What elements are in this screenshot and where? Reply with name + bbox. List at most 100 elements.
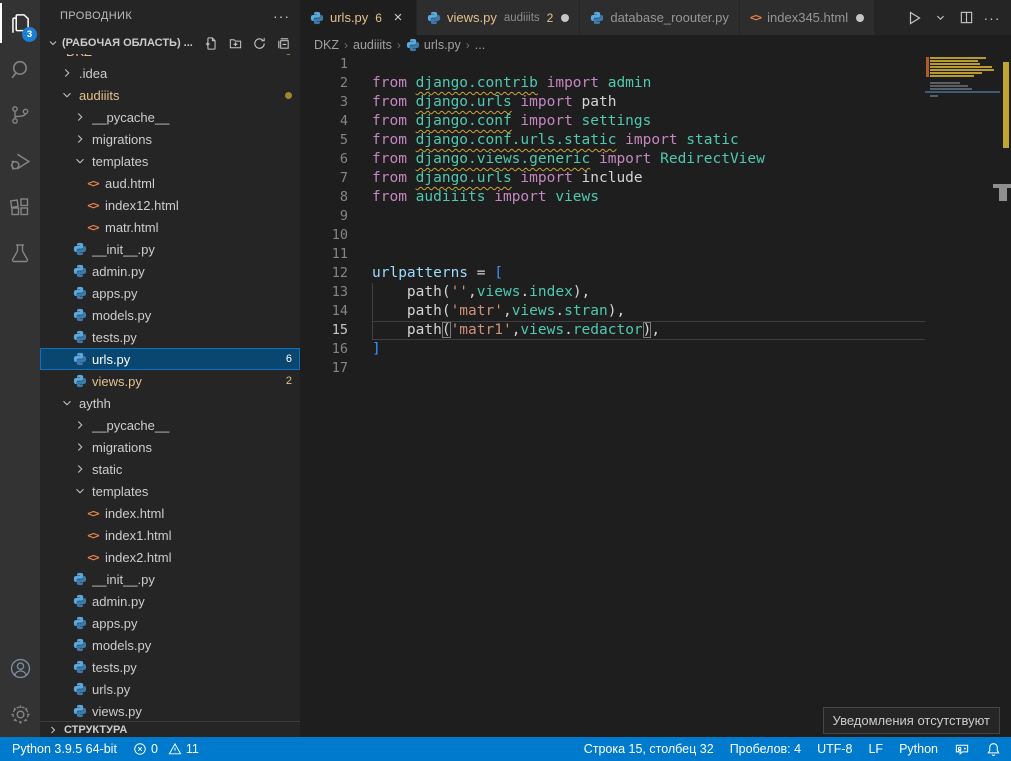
python-file-icon [72, 307, 88, 323]
breadcrumb-item-folder[interactable]: audiiits [353, 38, 392, 52]
python-file-icon [427, 11, 441, 25]
encoding-status[interactable]: UTF-8 [817, 742, 852, 756]
tree-item-index2-html[interactable]: <>index2.html [40, 546, 300, 568]
new-folder-icon[interactable] [226, 34, 244, 52]
activity-search[interactable] [0, 46, 40, 92]
tree-item-index12-html[interactable]: <>index12.html [40, 194, 300, 216]
code-editor[interactable]: 12from django.contrib import admin3from … [300, 55, 1011, 737]
tree-item--pycache-[interactable]: __pycache__ [40, 414, 300, 436]
tree-item-views-py[interactable]: views.py [40, 700, 300, 722]
activity-testing[interactable] [0, 230, 40, 276]
minimap[interactable] [925, 55, 1000, 737]
tree-item-label: views.py [92, 374, 280, 389]
tree-item-templates[interactable]: templates [40, 480, 300, 502]
tree-item-dkz[interactable]: DKZ [40, 54, 300, 62]
tree-item-apps-py[interactable]: apps.py [40, 282, 300, 304]
code-line-15[interactable]: 15 path('matr1',views.redactor), [300, 321, 1011, 340]
code-line-content: from django.urls import include [372, 169, 1011, 188]
split-editor-icon[interactable] [955, 7, 977, 29]
tab-urls-py[interactable]: urls.py6× [300, 0, 417, 35]
tree-item-tests-py[interactable]: tests.py [40, 326, 300, 348]
tree-item-tests-py[interactable]: tests.py [40, 656, 300, 678]
breadcrumb-item-file[interactable]: urls.py [406, 38, 461, 52]
code-line-6[interactable]: 6from django.views.generic import Redire… [300, 150, 1011, 169]
feedback-icon[interactable] [954, 742, 970, 757]
tree-item-aud-html[interactable]: <>aud.html [40, 172, 300, 194]
code-line-5[interactable]: 5from django.conf.urls.static import sta… [300, 131, 1011, 150]
activity-explorer[interactable]: 3 [0, 0, 40, 46]
workspace-section-header[interactable]: (РАБОЧАЯ ОБЛАСТЬ) ... [40, 32, 300, 54]
indentation-status[interactable]: Пробелов: 4 [730, 742, 801, 756]
tree-item--init-py[interactable]: __init__.py [40, 238, 300, 260]
activity-settings[interactable] [0, 691, 40, 737]
tree-item-urls-py[interactable]: urls.py [40, 678, 300, 700]
tree-item-admin-py[interactable]: admin.py [40, 590, 300, 612]
tree-item-models-py[interactable]: models.py [40, 304, 300, 326]
code-line-4[interactable]: 4from django.conf import settings [300, 112, 1011, 131]
code-line-1[interactable]: 1 [300, 55, 1011, 74]
activity-account[interactable] [0, 645, 40, 691]
tab-views-py[interactable]: views.pyaudiiits2 [417, 0, 580, 35]
outline-section-header[interactable]: СТРУКТУРА [40, 721, 300, 737]
refresh-icon[interactable] [250, 34, 268, 52]
tree-item-audiiits[interactable]: audiiits [40, 84, 300, 106]
tree-item-aythh[interactable]: aythh [40, 392, 300, 414]
workspace-actions [202, 34, 292, 52]
code-line-7[interactable]: 7from django.urls import include [300, 169, 1011, 188]
activity-run-debug[interactable] [0, 138, 40, 184]
python-interpreter-status[interactable]: Python 3.9.5 64-bit [12, 742, 117, 756]
activity-extensions[interactable] [0, 184, 40, 230]
code-line-12[interactable]: 12urlpatterns = [ [300, 264, 1011, 283]
notifications-bell-icon[interactable] [986, 742, 1001, 757]
tree-item-label: index.html [105, 506, 292, 521]
tree-item-migrations[interactable]: migrations [40, 128, 300, 150]
tree-item-admin-py[interactable]: admin.py [40, 260, 300, 282]
run-dropdown-chevron-icon[interactable] [929, 7, 951, 29]
tree-item-templates[interactable]: templates [40, 150, 300, 172]
tree-item-views-py[interactable]: views.py2 [40, 370, 300, 392]
tree-item--idea[interactable]: .idea [40, 62, 300, 84]
problems-status[interactable]: 0 11 [133, 742, 199, 756]
code-line-8[interactable]: 8from audiiits import views [300, 188, 1011, 207]
cursor-position-status[interactable]: Строка 15, столбец 32 [584, 742, 714, 756]
code-line-2[interactable]: 2from django.contrib import admin [300, 74, 1011, 93]
tree-item--init-py[interactable]: __init__.py [40, 568, 300, 590]
tab-index345-html[interactable]: <>index345.html [740, 0, 875, 35]
code-line-17[interactable]: 17 [300, 359, 1011, 378]
tree-item-apps-py[interactable]: apps.py [40, 612, 300, 634]
tree-item-label: __pycache__ [92, 418, 292, 433]
new-file-icon[interactable] [202, 34, 220, 52]
tree-item-urls-py[interactable]: urls.py6 [40, 348, 300, 370]
code-line-3[interactable]: 3from django.urls import path [300, 93, 1011, 112]
tree-item-matr-html[interactable]: <>matr.html [40, 216, 300, 238]
breadcrumb-item-project[interactable]: DKZ [314, 38, 339, 52]
tab-label: database_roouter.py [610, 10, 729, 25]
tab-database-roouter-py[interactable]: database_roouter.py [580, 0, 740, 35]
tree-item-index-html[interactable]: <>index.html [40, 502, 300, 524]
python-file-icon [72, 373, 88, 389]
code-line-14[interactable]: 14 path('matr',views.stran), [300, 302, 1011, 321]
tree-item-index1-html[interactable]: <>index1.html [40, 524, 300, 546]
code-line-16[interactable]: 16] [300, 340, 1011, 359]
tree-item-label: models.py [92, 308, 292, 323]
collapse-all-icon[interactable] [274, 34, 292, 52]
tree-item-label: templates [92, 484, 292, 499]
code-line-content: from django.conf import settings [372, 112, 1011, 131]
close-icon[interactable]: × [390, 9, 406, 26]
code-line-9[interactable]: 9 [300, 207, 1011, 226]
python-file-icon [72, 637, 88, 653]
run-button[interactable] [903, 7, 925, 29]
tree-item-static[interactable]: static [40, 458, 300, 480]
code-line-11[interactable]: 11 [300, 245, 1011, 264]
more-actions-icon[interactable]: ··· [981, 7, 1003, 29]
eol-status[interactable]: LF [868, 742, 883, 756]
tree-item--pycache-[interactable]: __pycache__ [40, 106, 300, 128]
tree-item-models-py[interactable]: models.py [40, 634, 300, 656]
code-line-13[interactable]: 13 path('',views.index), [300, 283, 1011, 302]
language-mode-status[interactable]: Python [899, 742, 938, 756]
breadcrumb-item-symbol[interactable]: ... [475, 38, 485, 52]
sidebar-more-icon[interactable]: ··· [273, 8, 290, 24]
activity-source-control[interactable] [0, 92, 40, 138]
tree-item-migrations[interactable]: migrations [40, 436, 300, 458]
code-line-10[interactable]: 10 [300, 226, 1011, 245]
